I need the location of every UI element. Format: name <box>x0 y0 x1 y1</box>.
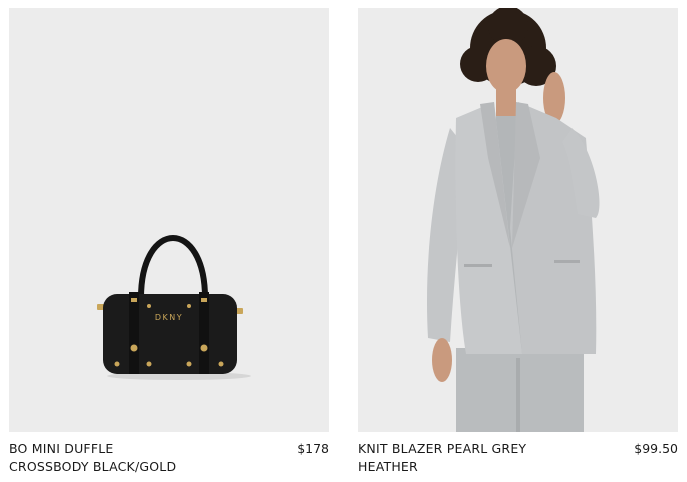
product-image[interactable]: DKNY <box>9 8 329 432</box>
product-grid: DKNY BO MINI DUFFLE CROSSBODY BLACK/GOLD… <box>0 0 687 482</box>
blazer-model-image <box>358 8 678 432</box>
product-card[interactable]: DKNY BO MINI DUFFLE CROSSBODY BLACK/GOLD… <box>9 8 329 480</box>
product-price: $178 <box>297 441 329 456</box>
product-name-line: KNIT BLAZER PEARL GREY <box>358 441 527 456</box>
product-meta: BO MINI DUFFLE CROSSBODY BLACK/GOLD $178 <box>9 440 329 480</box>
product-name-line: BO MINI DUFFLE <box>9 441 114 456</box>
product-image[interactable] <box>358 8 678 432</box>
product-name-line: CROSSBODY BLACK/GOLD <box>9 459 177 474</box>
product-name-line: HEATHER <box>358 459 418 474</box>
duffle-bag-image: DKNY <box>9 8 329 432</box>
product-name[interactable]: BO MINI DUFFLE CROSSBODY BLACK/GOLD <box>9 440 249 476</box>
product-name[interactable]: KNIT BLAZER PEARL GREY HEATHER <box>358 440 598 476</box>
brand-logo: DKNY <box>155 313 183 322</box>
product-price: $99.50 <box>634 441 678 456</box>
product-card[interactable]: KNIT BLAZER PEARL GREY HEATHER $99.50 <box>358 8 678 480</box>
product-meta: KNIT BLAZER PEARL GREY HEATHER $99.50 <box>358 440 678 480</box>
